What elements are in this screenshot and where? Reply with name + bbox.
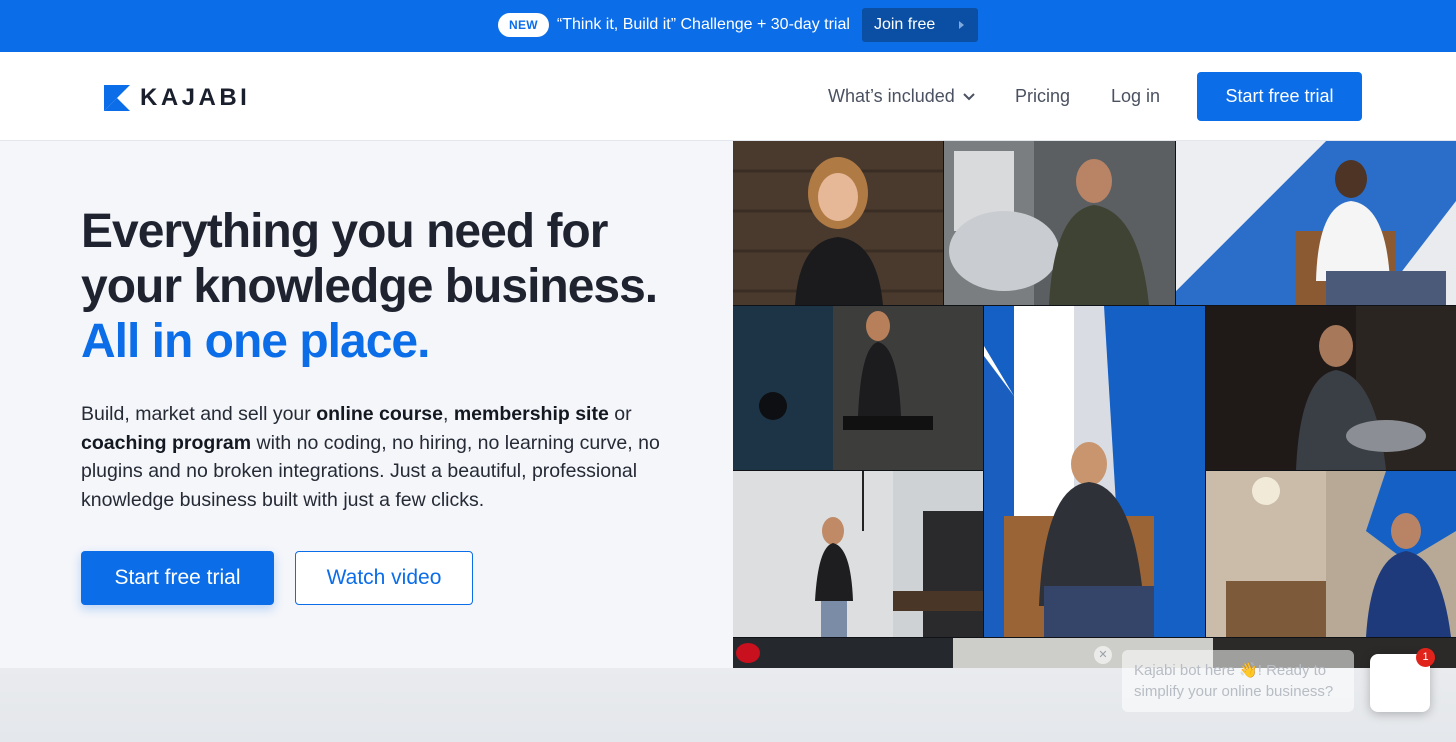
play-arrow-icon <box>958 21 964 29</box>
photo-woman-smiling <box>733 141 943 305</box>
join-free-label: Join free <box>873 16 936 33</box>
announcement-bar: NEW “Think it, Build it” Challenge + 30-… <box>0 0 1456 52</box>
announcement-text: “Think it, Build it” Challenge + 30-day … <box>556 16 850 33</box>
desc-text-2: , <box>442 403 454 425</box>
hero-description: Build, market and sell your online cours… <box>81 400 691 514</box>
photo-man-motorcycle <box>944 141 1175 305</box>
join-free-button[interactable]: Join free <box>861 8 978 42</box>
kajabi-logo-icon <box>104 85 130 111</box>
photo-man-seated-white-shirt <box>1176 141 1456 305</box>
desc-online-course: online course <box>316 403 443 425</box>
creator-photo-grid <box>733 141 1456 668</box>
nav-whats-included-label: What’s included <box>828 86 955 106</box>
header-start-trial-button[interactable]: Start free trial <box>1197 72 1362 121</box>
chat-message-preview[interactable]: Kajabi bot here 👋! Ready to simplify you… <box>1122 650 1354 712</box>
photo-woman-studio-set <box>733 471 983 637</box>
photo-office-chandelier <box>1206 471 1456 637</box>
watch-video-button[interactable]: Watch video <box>295 551 473 605</box>
photo-man-dark-studio <box>1206 306 1456 470</box>
announcement-content: NEW “Think it, Build it” Challenge + 30-… <box>498 8 978 42</box>
hero-headline: Everything you need for your knowledge b… <box>81 204 721 369</box>
headline-accent: All in one place. <box>81 315 430 368</box>
desc-text-1: Build, market and sell your <box>81 403 317 425</box>
nav-login[interactable]: Log in <box>1111 86 1160 107</box>
chevron-down-icon <box>963 92 975 100</box>
new-badge: NEW <box>498 13 549 37</box>
chat-close-icon[interactable]: ✕ <box>1094 646 1112 664</box>
chat-notification-badge: 1 <box>1416 648 1435 667</box>
headline-line-2: your knowledge business. <box>81 260 658 313</box>
photo-man-brown-chair <box>984 306 1205 637</box>
logo-wordmark: KAJABI <box>140 84 251 111</box>
nav-pricing[interactable]: Pricing <box>1015 86 1070 107</box>
site-header: KAJABI What’s included Pricing Log in St… <box>0 52 1456 141</box>
kajabi-logo[interactable]: KAJABI <box>104 84 250 112</box>
desc-membership-site: membership site <box>453 403 609 425</box>
photo-woman-gym <box>733 306 983 470</box>
nav-whats-included[interactable]: What’s included <box>828 86 975 107</box>
headline-line-1: Everything you need for <box>81 205 608 258</box>
desc-text-3: or <box>608 403 632 425</box>
hero-start-trial-button[interactable]: Start free trial <box>81 551 274 605</box>
desc-coaching-program: coaching program <box>81 431 252 454</box>
